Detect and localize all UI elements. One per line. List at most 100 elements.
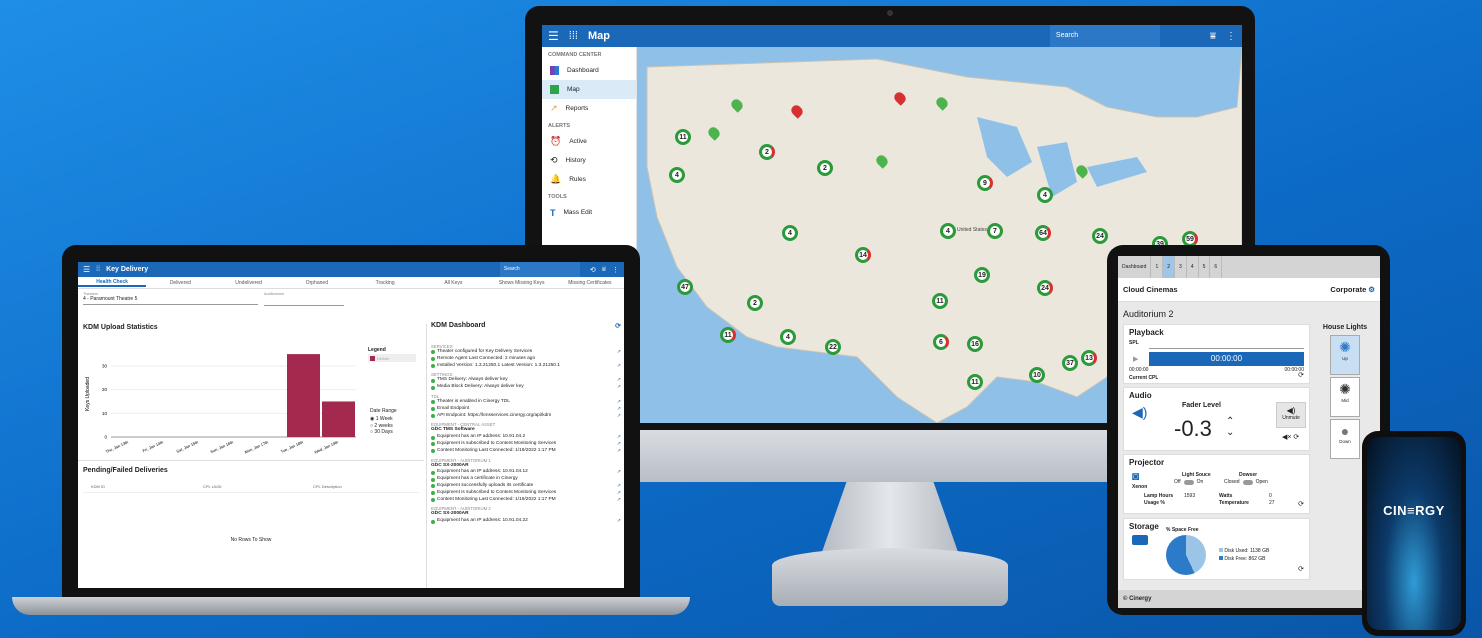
auditorium-select[interactable]: Auditoriums: [264, 292, 344, 306]
open-link-icon[interactable]: ↗: [617, 497, 621, 504]
theater-select[interactable]: Theaters 4 - Paramount Theatre 5: [83, 292, 258, 305]
location-cluster-pin[interactable]: 2: [817, 160, 833, 176]
menu-icon[interactable]: ☰: [83, 265, 90, 274]
location-cluster-pin[interactable]: 11: [720, 327, 736, 343]
tab-orphaned[interactable]: Orphaned: [283, 280, 351, 286]
tab-2[interactable]: 2: [1163, 256, 1176, 278]
location-cluster-pin[interactable]: 2: [747, 295, 763, 311]
sidebar-item-dashboard[interactable]: Dashboard: [542, 61, 636, 80]
location-cluster-pin[interactable]: 9: [977, 175, 993, 191]
location-cluster-pin[interactable]: 24: [1037, 280, 1053, 296]
open-link-icon[interactable]: ↗: [617, 399, 621, 406]
open-link-icon[interactable]: ↗: [617, 448, 621, 455]
tab-4[interactable]: 4: [1187, 256, 1199, 278]
location-cluster-pin[interactable]: 10: [1029, 367, 1045, 383]
light-toggle[interactable]: Off On: [1174, 479, 1203, 485]
tab-5[interactable]: 5: [1199, 256, 1211, 278]
apps-grid-icon[interactable]: ⁞⁞: [96, 266, 100, 273]
location-cluster-pin[interactable]: 13: [1081, 350, 1097, 366]
location-cluster-pin[interactable]: 6: [933, 334, 949, 350]
play-icon[interactable]: ▶: [1133, 355, 1138, 363]
bar[interactable]: [287, 354, 320, 437]
mute-icon[interactable]: ◀× ⟳: [1282, 433, 1299, 441]
menu-icon[interactable]: ☰: [548, 29, 559, 43]
tab-tracking[interactable]: Tracking: [351, 280, 419, 286]
refresh-icon[interactable]: ⟳: [615, 322, 621, 330]
lights-mid-button[interactable]: ✺ Mid: [1330, 377, 1360, 417]
tab-all-keys[interactable]: All Keys: [419, 280, 487, 286]
unmute-button[interactable]: ◀) Unmute: [1276, 402, 1306, 428]
location-cluster-pin[interactable]: 4: [782, 225, 798, 241]
open-link-icon[interactable]: ↗: [617, 349, 621, 356]
open-link-icon[interactable]: ↗: [617, 434, 621, 441]
location-cluster-pin[interactable]: 11: [932, 293, 948, 309]
refresh-icon[interactable]: ⟳: [1298, 371, 1304, 379]
sidebar-item-map[interactable]: Map: [542, 80, 636, 99]
tab-health-check[interactable]: Health Check: [78, 279, 147, 287]
location-cluster-pin[interactable]: 4: [1037, 187, 1053, 203]
open-link-icon[interactable]: ↗: [617, 469, 621, 476]
open-link-icon[interactable]: ↗: [617, 363, 621, 370]
location-cluster-pin[interactable]: 4: [780, 329, 796, 345]
location-cluster-pin[interactable]: 7: [987, 223, 1003, 239]
open-link-icon[interactable]: ↗: [617, 490, 621, 497]
more-vert-icon[interactable]: ⋮: [1226, 31, 1236, 42]
location-cluster-pin[interactable]: 64: [1035, 225, 1051, 241]
refresh-icon[interactable]: ⟳: [1298, 500, 1304, 508]
location-cluster-pin[interactable]: 47: [677, 279, 693, 295]
lights-up-button[interactable]: ✺ Up: [1330, 335, 1360, 375]
tab-1[interactable]: 1: [1151, 256, 1164, 278]
location-cluster-pin[interactable]: 11: [675, 129, 691, 145]
toggle-switch[interactable]: [1183, 479, 1194, 485]
lights-down-button[interactable]: ● Down: [1330, 419, 1360, 459]
location-cluster-pin[interactable]: 4: [940, 223, 956, 239]
tab-undelivered[interactable]: Undelivered: [215, 280, 283, 286]
tab-missing-certificates[interactable]: Missing Certificates: [556, 280, 624, 286]
fader-stepper[interactable]: ⌃ ⌄: [1226, 416, 1234, 438]
location-cluster-pin[interactable]: 14: [855, 247, 871, 263]
tab-dashboard[interactable]: Dashboard: [1118, 256, 1152, 278]
filter-icon[interactable]: ⩸: [1210, 31, 1216, 42]
open-link-icon[interactable]: ↗: [617, 406, 621, 413]
up-label: Up: [1342, 356, 1348, 361]
tab-3[interactable]: 3: [1175, 256, 1187, 278]
playback-progress[interactable]: 00:00:00: [1149, 352, 1304, 366]
range-option[interactable]: ○ 30 Days: [370, 429, 393, 436]
history-icon[interactable]: ⟲: [590, 266, 596, 274]
spl-select[interactable]: [1149, 339, 1304, 349]
sidebar-item-active[interactable]: ⏰ Active: [542, 132, 636, 151]
corporate-link[interactable]: Corporate: [1330, 285, 1366, 294]
location-cluster-pin[interactable]: 16: [967, 336, 983, 352]
douser-toggle[interactable]: Closed Open: [1224, 479, 1268, 485]
open-link-icon[interactable]: ↗: [617, 441, 621, 448]
location-cluster-pin[interactable]: 2: [759, 144, 775, 160]
location-cluster-pin[interactable]: 37: [1062, 355, 1078, 371]
location-cluster-pin[interactable]: 19: [974, 267, 990, 283]
open-link-icon[interactable]: ↗: [617, 377, 621, 384]
search-input[interactable]: Search: [1049, 25, 1160, 47]
more-vert-icon[interactable]: ⋮: [612, 266, 619, 274]
open-link-icon[interactable]: ↗: [617, 483, 621, 490]
sidebar-item-rules[interactable]: 🔔 Rules: [542, 170, 636, 189]
open-link-icon[interactable]: ↗: [617, 518, 621, 525]
status-row: Installed Version: 1.3.21250.1 Latest Ve…: [431, 363, 621, 370]
search-input[interactable]: Search: [499, 262, 580, 277]
refresh-icon[interactable]: ⟳: [1298, 565, 1304, 573]
tab-delivered[interactable]: Delivered: [146, 280, 214, 286]
apps-grid-icon[interactable]: ⁞⁞⁞: [569, 30, 578, 42]
filter-icon[interactable]: ⩸: [602, 266, 606, 274]
gear-icon[interactable]: ⚙: [1368, 285, 1375, 294]
open-link-icon[interactable]: ↗: [617, 413, 621, 420]
sidebar-item-history[interactable]: ⟲ History: [542, 151, 636, 170]
sidebar-item-reports[interactable]: ↗ Reports: [542, 99, 636, 118]
location-cluster-pin[interactable]: 22: [825, 339, 841, 355]
location-cluster-pin[interactable]: 24: [1092, 228, 1108, 244]
tab-shows-missing-keys[interactable]: Shows Missing Keys: [488, 280, 556, 286]
location-cluster-pin[interactable]: 11: [967, 374, 983, 390]
bar[interactable]: [322, 401, 355, 437]
sidebar-item-mass-edit[interactable]: T Mass Edit: [542, 203, 636, 222]
open-link-icon[interactable]: ↗: [617, 384, 621, 391]
location-cluster-pin[interactable]: 4: [669, 167, 685, 183]
toggle-switch[interactable]: [1242, 479, 1253, 485]
tab-6[interactable]: 6: [1210, 256, 1223, 278]
